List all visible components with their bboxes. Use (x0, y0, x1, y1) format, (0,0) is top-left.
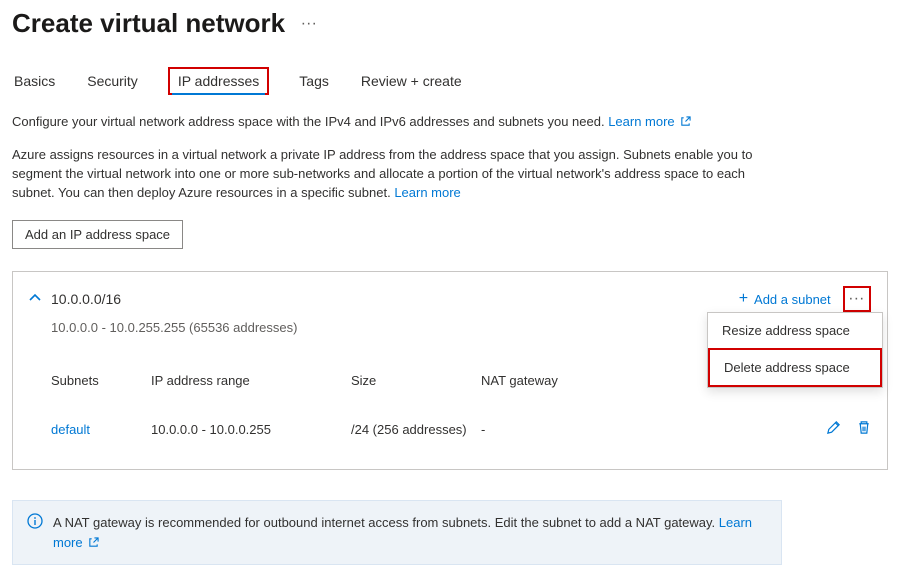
desc-line1-text: Configure your virtual network address s… (12, 114, 608, 129)
add-subnet-label: Add a subnet (754, 292, 831, 307)
col-header-range: IP address range (151, 373, 351, 388)
menu-delete-address-space[interactable]: Delete address space (708, 348, 882, 387)
learn-more-link-1[interactable]: Learn more (608, 114, 692, 129)
address-space-more-icon[interactable]: ∙∙∙ (843, 286, 871, 312)
desc-line2-text: Azure assigns resources in a virtual net… (12, 147, 752, 200)
description: Configure your virtual network address s… (12, 113, 782, 202)
delete-icon[interactable] (857, 420, 871, 439)
tab-basics[interactable]: Basics (12, 67, 57, 95)
subnet-range: 10.0.0.0 - 10.0.0.255 (151, 422, 351, 437)
banner-text: A NAT gateway is recommended for outboun… (53, 515, 719, 530)
col-header-subnets: Subnets (51, 373, 151, 388)
tab-security[interactable]: Security (85, 67, 140, 95)
tab-tags[interactable]: Tags (297, 67, 331, 95)
plus-icon: + (739, 290, 748, 308)
external-link-icon (88, 534, 100, 546)
info-icon (27, 513, 43, 552)
info-banner: A NAT gateway is recommended for outboun… (12, 500, 782, 565)
subnet-size: /24 (256 addresses) (351, 422, 481, 437)
context-menu: Resize address space Delete address spac… (707, 312, 883, 388)
table-row: default 10.0.0.0 - 10.0.0.255 /24 (256 a… (51, 410, 871, 449)
add-subnet-button[interactable]: + Add a subnet (739, 290, 831, 308)
more-icon[interactable]: ∙∙∙ (301, 15, 317, 33)
add-address-space-button[interactable]: Add an IP address space (12, 220, 183, 249)
subnet-name-link[interactable]: default (51, 422, 151, 437)
tab-review-create[interactable]: Review + create (359, 67, 464, 95)
page-title: Create virtual network (12, 8, 285, 39)
subnet-nat: - (481, 422, 621, 437)
chevron-up-icon[interactable] (29, 292, 41, 306)
col-header-nat: NAT gateway (481, 373, 621, 388)
external-link-icon (680, 114, 692, 126)
col-header-size: Size (351, 373, 481, 388)
menu-resize-address-space[interactable]: Resize address space (708, 313, 882, 348)
learn-more-link-2[interactable]: Learn more (394, 185, 460, 200)
edit-icon[interactable] (826, 420, 841, 439)
address-space-card: 10.0.0.0/16 + Add a subnet ∙∙∙ Resize ad… (12, 271, 888, 470)
address-space-cidr: 10.0.0.0/16 (51, 291, 121, 307)
tab-ip-addresses[interactable]: IP addresses (168, 67, 269, 95)
tab-bar: Basics Security IP addresses Tags Review… (12, 67, 888, 95)
